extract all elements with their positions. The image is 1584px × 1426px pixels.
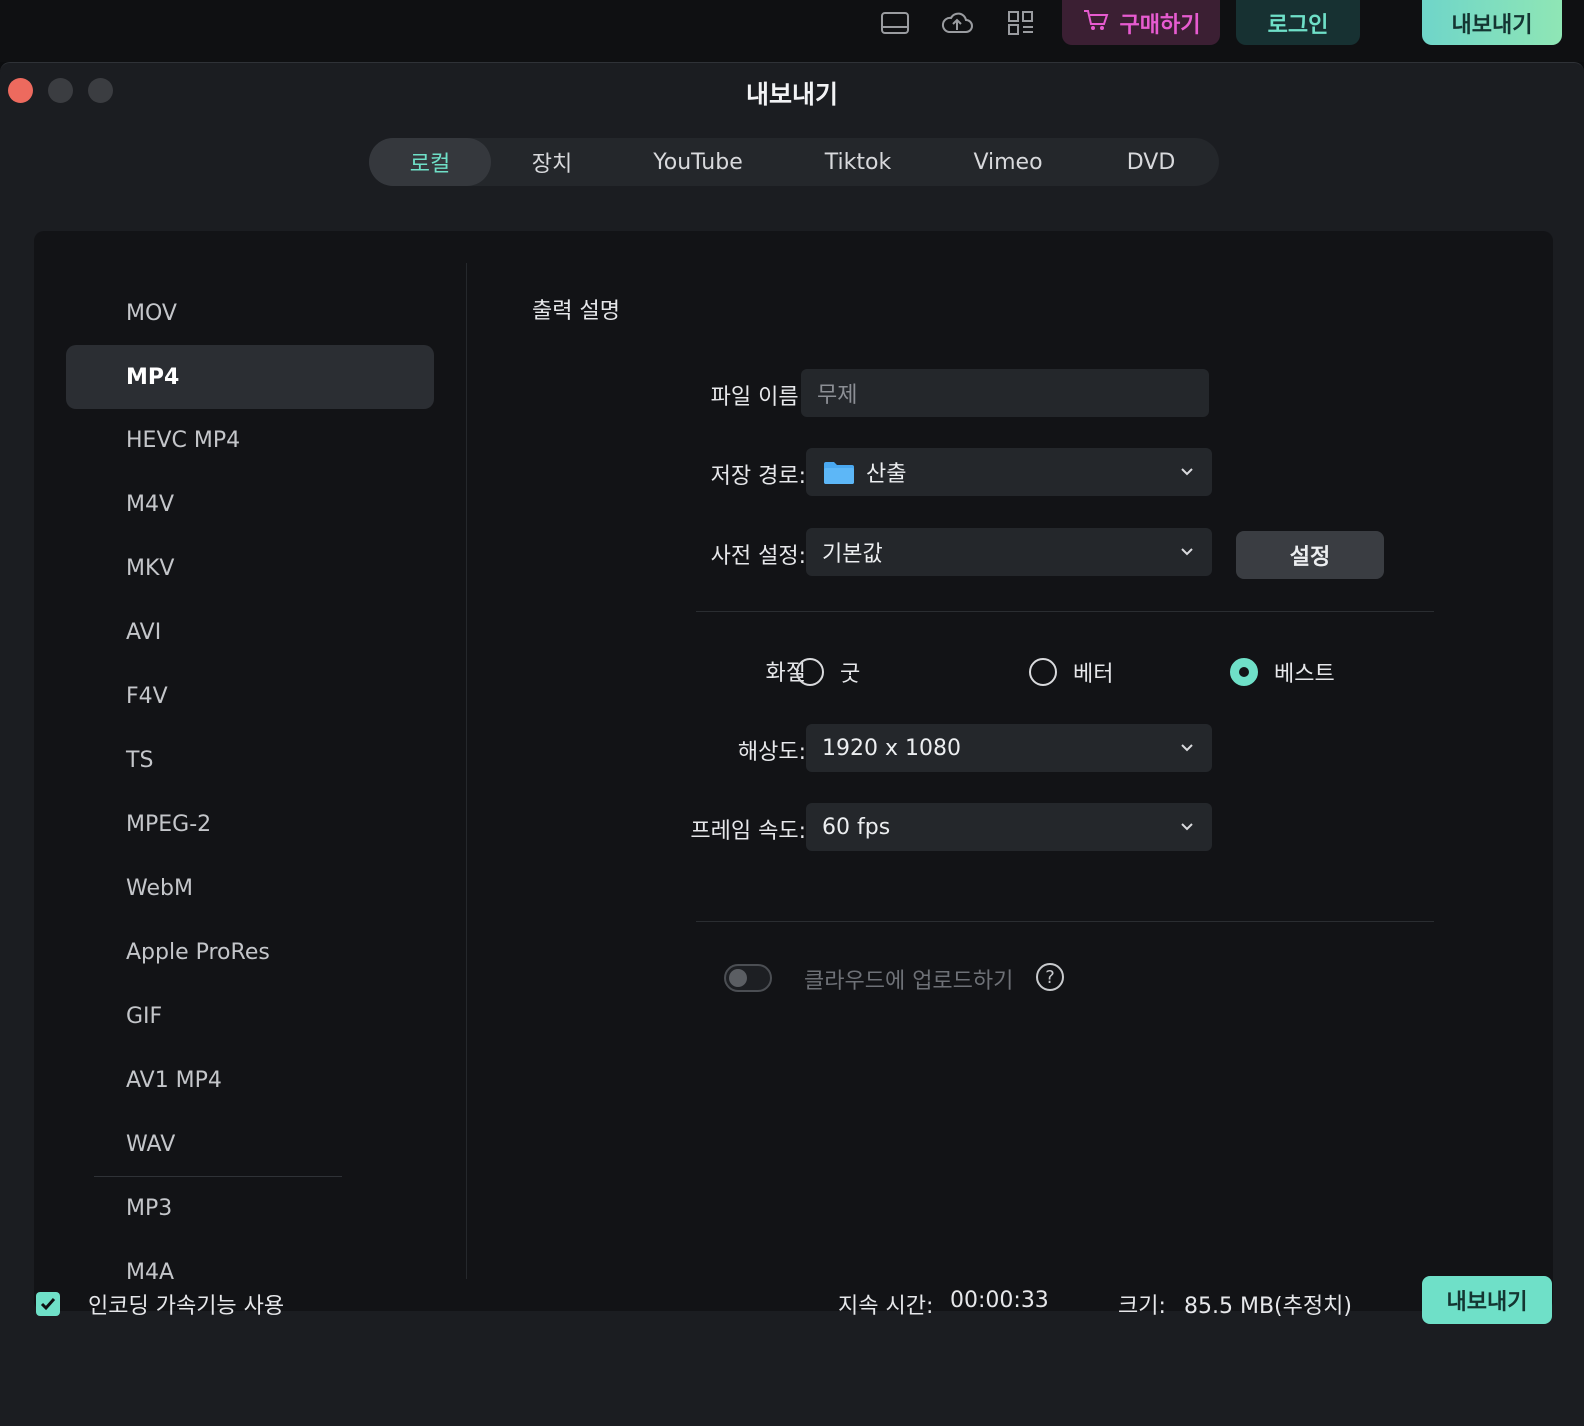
quality-row: 화질 [534,645,806,693]
quality-option-label: 베터 [1073,662,1114,687]
file-name-row: 파일 이름: [534,369,806,417]
app-toolbar: 구매하기 로그인 내보내기 [0,0,1584,62]
settings-divider [696,611,1434,612]
export-panel: MOV MP4 HEVC MP4 M4V MKV AVI F4V TS MPEG… [34,231,1553,1311]
top-export-button[interactable]: 내보내기 [1422,0,1562,45]
tab-device[interactable]: 장치 [491,138,613,186]
save-path-dropdown[interactable]: 산출 [806,448,1212,496]
format-item-ts[interactable]: TS [66,728,434,792]
radio-icon [1029,658,1057,686]
panel-divider [466,263,467,1279]
login-button[interactable]: 로그인 [1236,0,1360,45]
encoding-acceleration-checkbox[interactable] [36,1292,60,1316]
radio-icon [796,658,824,686]
format-item-webm[interactable]: WebM [66,856,434,920]
file-name-value: 무제 [817,383,858,408]
format-item-apple-prores[interactable]: Apple ProRes [66,920,434,984]
preset-row: 사전 설정: [534,528,806,576]
export-dialog: 내보내기 로컬 장치 YouTube Tiktok Vimeo DVD MOV … [0,62,1584,1426]
framerate-value: 60 fps [822,814,891,840]
file-name-label: 파일 이름: [710,385,806,410]
checkmark-icon [40,1298,56,1311]
cloud-upload-icon[interactable] [940,8,974,38]
size-value: 85.5 MB(추정치) [1184,1294,1352,1319]
quality-option-label: 베스트 [1274,662,1335,687]
tab-vimeo[interactable]: Vimeo [933,138,1083,186]
grid-icon[interactable] [1004,8,1038,38]
export-button[interactable]: 내보내기 [1422,1276,1552,1324]
quality-option-best[interactable]: 베스트 [1230,656,1335,688]
layout-icon[interactable] [878,8,912,38]
chevron-down-icon [1178,542,1196,567]
save-path-row: 저장 경로: [534,448,806,496]
resolution-row: 해상도: [534,724,806,772]
help-icon[interactable]: ? [1036,963,1064,991]
preset-value: 기본값 [822,542,883,567]
dialog-title: 내보내기 [745,80,838,109]
save-path-value: 산출 [866,462,907,487]
framerate-label: 프레임 속도: [690,819,806,844]
radio-selected-icon [1230,658,1258,686]
save-path-label: 저장 경로: [710,464,806,489]
format-item-mov[interactable]: MOV [66,281,434,345]
section-title: 출력 설명 [532,299,620,324]
folder-icon [822,458,856,486]
format-item-mkv[interactable]: MKV [66,536,434,600]
format-item-mpeg2[interactable]: MPEG-2 [66,792,434,856]
format-item-avi[interactable]: AVI [66,600,434,664]
preset-settings-button[interactable]: 설정 [1236,531,1384,579]
format-item-mp3[interactable]: MP3 [66,1176,434,1240]
chevron-down-icon [1178,738,1196,763]
framerate-dropdown[interactable]: 60 fps [806,803,1212,851]
framerate-row: 프레임 속도: [534,803,806,851]
tab-tiktok[interactable]: Tiktok [783,138,933,186]
resolution-label: 해상도: [737,740,806,765]
format-item-wav[interactable]: WAV [66,1112,434,1176]
chevron-down-icon [1178,462,1196,487]
encoding-acceleration-label: 인코딩 가속기능 사용 [88,1294,285,1319]
quality-option-label: 굿 [840,662,861,687]
chevron-down-icon [1178,817,1196,842]
destination-tabs: 로컬 장치 YouTube Tiktok Vimeo DVD [369,138,1219,186]
resolution-dropdown[interactable]: 1920 x 1080 [806,724,1212,772]
format-item-f4v[interactable]: F4V [66,664,434,728]
size-label: 크기: [1118,1294,1166,1319]
tab-dvd[interactable]: DVD [1083,138,1219,186]
file-name-input[interactable]: 무제 [801,369,1209,417]
settings-divider [696,921,1434,922]
tab-local[interactable]: 로컬 [369,138,491,186]
preset-label: 사전 설정: [710,544,806,569]
cloud-upload-toggle[interactable] [724,964,772,992]
duration-label: 지속 시간: [838,1294,934,1319]
cart-icon [1082,8,1110,38]
tab-youtube[interactable]: YouTube [613,138,783,186]
resolution-value: 1920 x 1080 [822,735,961,761]
format-item-m4v[interactable]: M4V [66,472,434,536]
format-item-hevc-mp4[interactable]: HEVC MP4 [66,408,434,472]
buy-label: 구매하기 [1119,12,1201,38]
cloud-upload-label: 클라우드에 업로드하기 [804,969,1014,994]
format-item-mp4[interactable]: MP4 [66,345,434,409]
quality-option-good[interactable]: 굿 [796,656,860,688]
quality-option-better[interactable]: 베터 [1029,656,1113,688]
format-item-av1-mp4[interactable]: AV1 MP4 [66,1048,434,1112]
preset-dropdown[interactable]: 기본값 [806,528,1212,576]
duration-value: 00:00:33 [950,1288,1049,1313]
format-item-gif[interactable]: GIF [66,984,434,1048]
buy-button[interactable]: 구매하기 [1062,0,1220,45]
